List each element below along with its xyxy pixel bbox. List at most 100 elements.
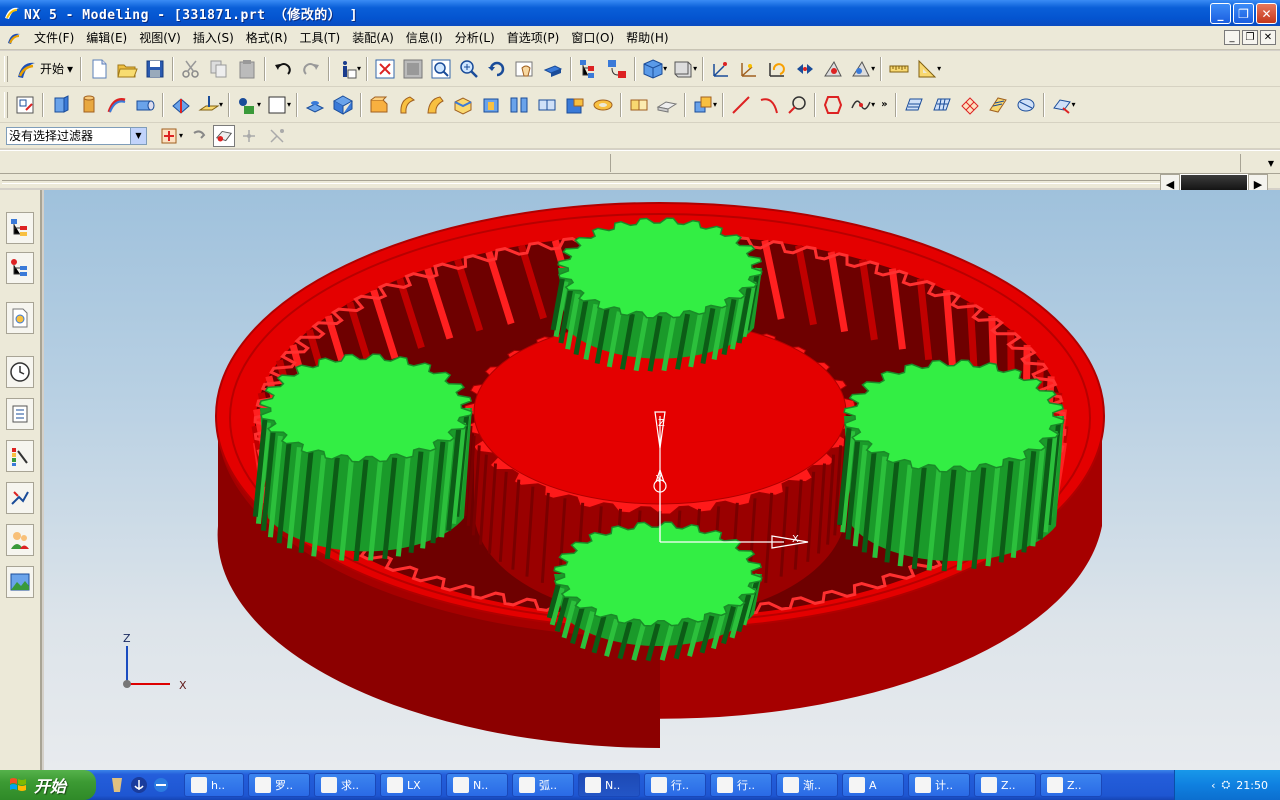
- taskbar-button[interactable]: 求..: [314, 773, 376, 797]
- surface-3-button[interactable]: [956, 91, 984, 119]
- quick-launch-ie-icon[interactable]: [152, 776, 170, 794]
- toolbar-overflow-icon[interactable]: »: [881, 99, 887, 110]
- part-navigator-tab[interactable]: [6, 302, 34, 334]
- menu-insert[interactable]: 插入(S): [187, 29, 240, 46]
- offset-face-button[interactable]: [449, 91, 477, 119]
- taskbar-button[interactable]: 罗..: [248, 773, 310, 797]
- taskbar-button[interactable]: 渐..: [776, 773, 838, 797]
- sketch-button[interactable]: [11, 91, 39, 119]
- menu-file[interactable]: 文件(F): [28, 29, 80, 46]
- doc-restore-button[interactable]: ❐: [1242, 30, 1258, 45]
- line-button[interactable]: [727, 91, 755, 119]
- replace-component-button[interactable]: [603, 55, 631, 83]
- sew-button[interactable]: [589, 91, 617, 119]
- sweep-button[interactable]: [103, 91, 131, 119]
- paste-button[interactable]: [233, 55, 261, 83]
- wcs-orient-button[interactable]: [791, 55, 819, 83]
- rotate-button[interactable]: [483, 55, 511, 83]
- surface-1-button[interactable]: [900, 91, 928, 119]
- taskbar-button[interactable]: 计..: [908, 773, 970, 797]
- tray-expand-icon[interactable]: ‹: [1211, 779, 1215, 792]
- graphics-window[interactable]: X Y Z Z X: [44, 190, 1280, 770]
- thicken-button[interactable]: [505, 91, 533, 119]
- taskbar-button[interactable]: 弧..: [512, 773, 574, 797]
- constraint-navigator-tab[interactable]: [6, 252, 34, 284]
- tray-network-icon[interactable]: ⛭: [1221, 778, 1230, 792]
- menu-help[interactable]: 帮助(H): [620, 29, 674, 46]
- polygon-button[interactable]: [819, 91, 847, 119]
- tube-button[interactable]: [131, 91, 159, 119]
- menu-analysis[interactable]: 分析(L): [449, 29, 501, 46]
- wcs-dynamics-button[interactable]: [707, 55, 735, 83]
- reuse-library-tab[interactable]: [6, 398, 34, 430]
- surface-5-button[interactable]: [1012, 91, 1040, 119]
- menu-tools[interactable]: 工具(T): [294, 29, 347, 46]
- pan-button[interactable]: [511, 55, 539, 83]
- save-button[interactable]: [141, 55, 169, 83]
- feature-operation-button[interactable]: [167, 91, 195, 119]
- shell-button[interactable]: [421, 91, 449, 119]
- doc-minimize-button[interactable]: _: [1224, 30, 1240, 45]
- fit-button[interactable]: [371, 55, 399, 83]
- undo-button[interactable]: [269, 55, 297, 83]
- menu-preferences[interactable]: 首选项(P): [501, 29, 566, 46]
- revolve-button[interactable]: [75, 91, 103, 119]
- circle-button[interactable]: [783, 91, 811, 119]
- wcs-origin-button[interactable]: [735, 55, 763, 83]
- quick-launch-app-icon[interactable]: [108, 776, 126, 794]
- menu-window[interactable]: 窗口(O): [565, 29, 620, 46]
- select-all-button[interactable]: [213, 124, 236, 147]
- zoom-in-out-button[interactable]: [455, 55, 483, 83]
- menu-information[interactable]: 信息(I): [400, 29, 449, 46]
- system-scene-tab[interactable]: [6, 566, 34, 598]
- start-menu-button[interactable]: 开始: [0, 770, 96, 800]
- wcs-rotate-button[interactable]: [763, 55, 791, 83]
- extrude-button[interactable]: [47, 91, 75, 119]
- boss-button[interactable]: [301, 91, 329, 119]
- wcs-set-axes-button[interactable]: [819, 55, 847, 83]
- draft-button[interactable]: [477, 91, 505, 119]
- new-button[interactable]: [85, 55, 113, 83]
- gear-model-scene[interactable]: X Y Z Z X: [44, 190, 1280, 770]
- copy-button[interactable]: [205, 55, 233, 83]
- taskbar-button[interactable]: h..: [184, 773, 244, 797]
- taskbar-button[interactable]: LX: [380, 773, 442, 797]
- pocket-button[interactable]: [329, 91, 357, 119]
- menu-view[interactable]: 视图(V): [133, 29, 187, 46]
- palette-tab[interactable]: [6, 440, 34, 472]
- doc-close-button[interactable]: ✕: [1260, 30, 1276, 45]
- pattern-button[interactable]: [625, 91, 653, 119]
- redo-button[interactable]: [297, 55, 325, 83]
- taskbar-button[interactable]: N..: [446, 773, 508, 797]
- deselect-button[interactable]: [185, 122, 213, 150]
- surface-4-button[interactable]: [984, 91, 1012, 119]
- minimize-button[interactable]: _: [1210, 3, 1231, 24]
- taskbar-button[interactable]: 行..: [644, 773, 706, 797]
- toolbar-grip[interactable]: [4, 91, 8, 118]
- reference-set-button[interactable]: [575, 55, 603, 83]
- roles-tab[interactable]: [6, 524, 34, 556]
- history-tab[interactable]: [6, 356, 34, 388]
- process-studio-tab[interactable]: [6, 482, 34, 514]
- menu-assemblies[interactable]: 装配(A): [346, 29, 400, 46]
- chevron-down-icon[interactable]: ▼: [1268, 159, 1274, 168]
- snap-settings-button[interactable]: [263, 122, 291, 150]
- toolbar-grip[interactable]: [4, 55, 8, 82]
- surface-2-button[interactable]: [928, 91, 956, 119]
- orient-view-button[interactable]: [539, 55, 567, 83]
- taskbar-button[interactable]: N..: [578, 773, 640, 797]
- split-body-button[interactable]: [533, 91, 561, 119]
- menu-edit[interactable]: 编辑(E): [80, 29, 133, 46]
- chamfer-button[interactable]: [393, 91, 421, 119]
- measure-distance-button[interactable]: [885, 55, 913, 83]
- arc-button[interactable]: [755, 91, 783, 119]
- taskbar-button[interactable]: 行..: [710, 773, 772, 797]
- snap-point-button[interactable]: [235, 122, 263, 150]
- assembly-navigator-tab[interactable]: [6, 212, 34, 244]
- zoom-button[interactable]: [427, 55, 455, 83]
- edge-blend-button[interactable]: [365, 91, 393, 119]
- chevron-down-icon[interactable]: ▼: [130, 127, 146, 144]
- taskbar-button[interactable]: Z..: [974, 773, 1036, 797]
- taskbar-button[interactable]: A: [842, 773, 904, 797]
- restore-button[interactable]: ❐: [1233, 3, 1254, 24]
